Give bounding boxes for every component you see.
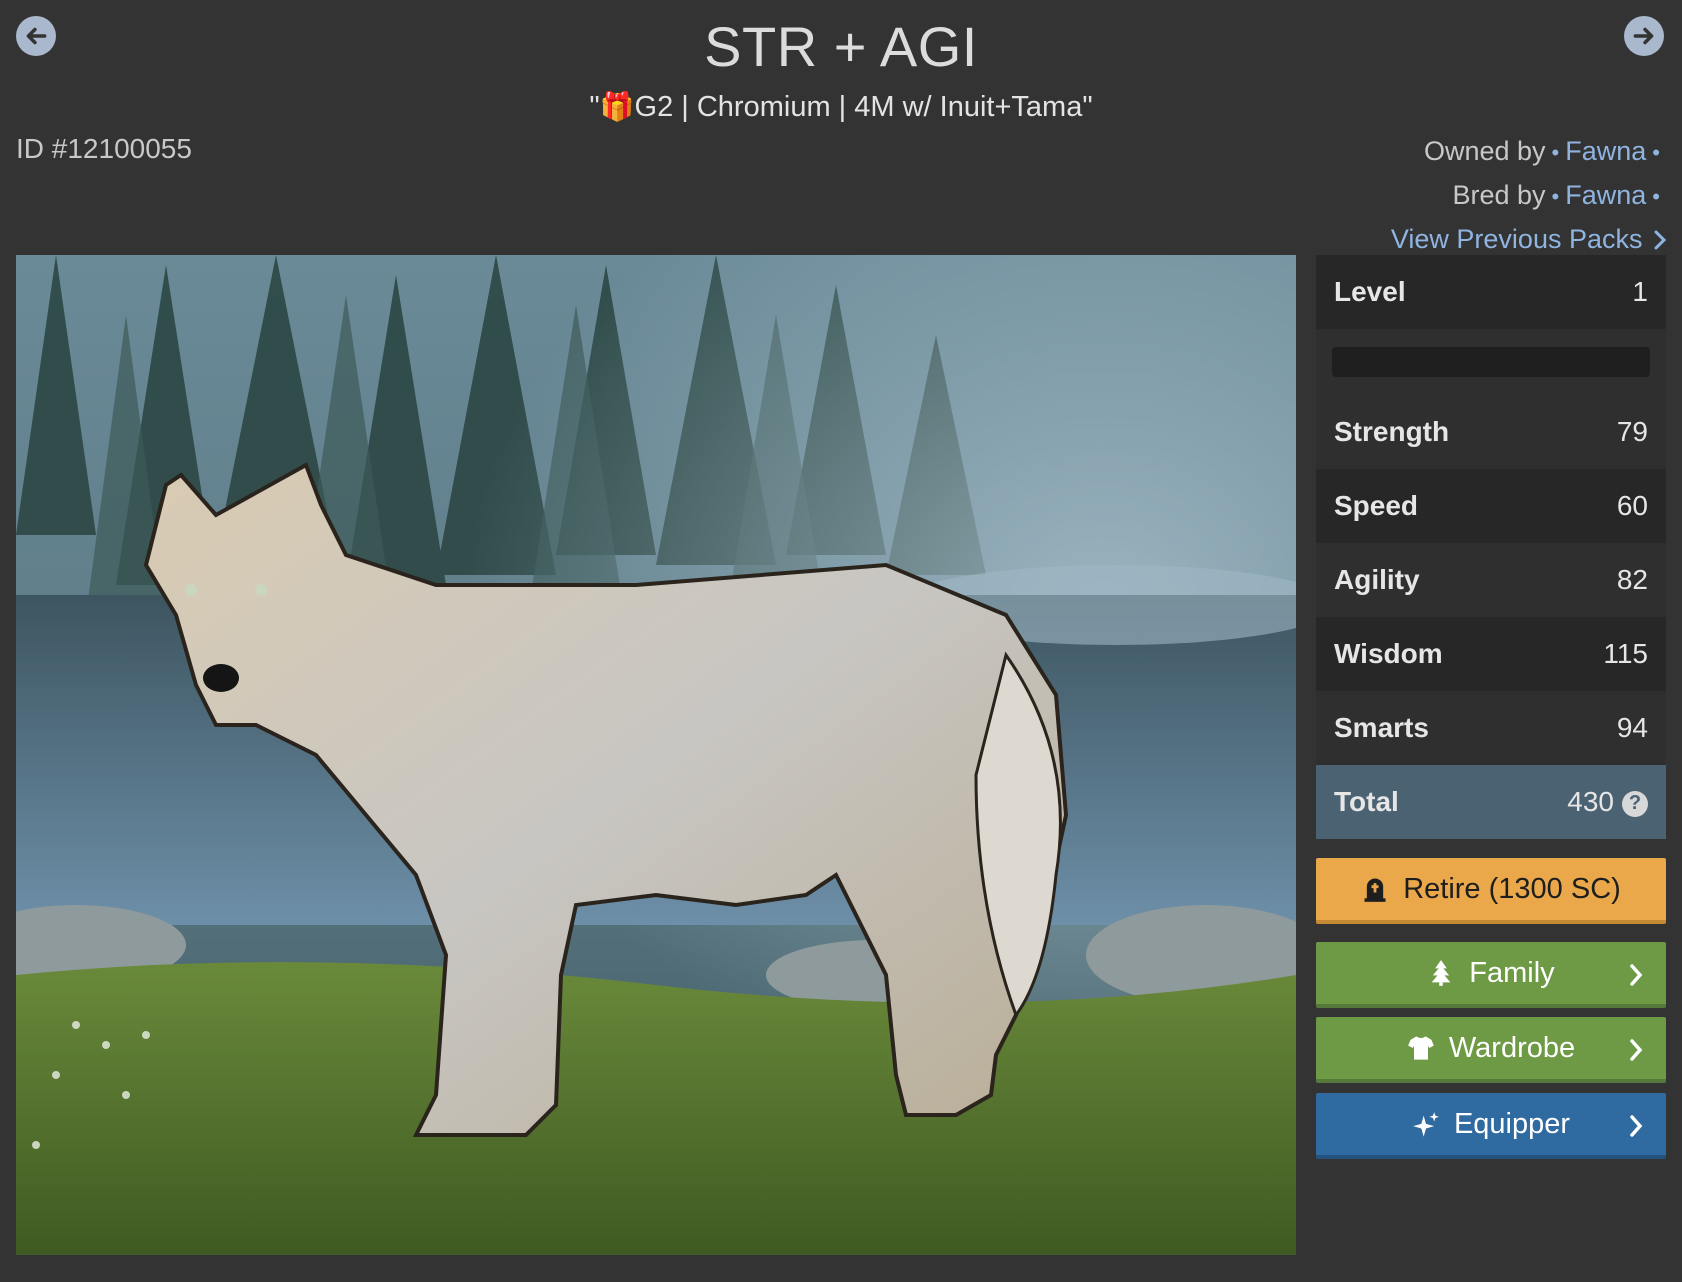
shirt-icon [1407,1034,1435,1062]
xp-track [1332,347,1650,377]
wardrobe-button[interactable]: Wardrobe [1316,1017,1666,1083]
family-label: Family [1469,956,1555,989]
bullet-icon: • [1551,140,1560,165]
level-label: Level [1334,276,1406,307]
stats-panel: Level 1 Strength 79 Speed 60 Agility 82 Wisdom… [1316,255,1666,839]
subtitle-open-quote: " [589,91,600,123]
xp-progress-bar [1316,329,1666,395]
stat-value: 79 [1616,416,1648,447]
stat-value: 94 [1616,712,1648,743]
stat-value: 82 [1616,564,1648,595]
question-circle-icon[interactable]: ? [1622,790,1648,817]
tree-icon [1427,959,1455,987]
arrow-right-circle-icon [1633,27,1654,45]
previous-packs-link[interactable]: View Previous Packs [1390,218,1667,260]
chevron-right-icon [1630,1039,1643,1061]
bred-by-label: Bred by [1452,180,1546,210]
stat-row-agility: Agility 82 [1316,543,1666,617]
owned-by-label: Owned by [1423,136,1546,166]
stat-row-wisdom: Wisdom 115 [1316,617,1666,691]
breeder-link[interactable]: Fawna [1565,180,1646,210]
owned-by-line: Owned by • Fawna • [1391,130,1666,174]
bullet-icon: • [1652,184,1660,209]
gift-icon: 🎁 [599,91,635,122]
wolf-description: "🎁G2 | Chromium | 4M w/ Inuit+Tama" [300,90,1382,124]
wolf-name-title: STR + AGI [704,15,978,78]
level-row: Level 1 [1316,255,1666,329]
level-value: 1 [1632,276,1648,307]
family-button[interactable]: Family [1316,942,1666,1008]
equipper-button[interactable]: Equipper [1316,1093,1666,1159]
total-row: Total 430? [1316,765,1666,839]
tombstone-icon [1361,875,1389,903]
subtitle-text: G2 | Chromium | 4M w/ Inuit+Tama" [634,91,1093,123]
previous-packs-label: View Previous Packs [1390,224,1643,254]
stat-value: 60 [1616,490,1648,521]
bullet-icon: • [1652,140,1660,165]
equipper-label: Equipper [1453,1107,1571,1140]
stat-name: Speed [1334,490,1419,521]
stat-row-strength: Strength 79 [1316,395,1666,469]
stat-name: Strength [1334,416,1450,447]
stat-name: Agility [1334,564,1420,595]
wolf-portrait [16,255,1296,1255]
stat-value: 115 [1603,638,1648,669]
chevron-right-icon [1630,964,1643,986]
ownership-info: Owned by • Fawna • Bred by • Fawna • View Prev… [1390,130,1667,260]
owner-link[interactable]: Fawna [1565,136,1646,166]
wardrobe-label: Wardrobe [1448,1031,1576,1064]
next-wolf-button[interactable] [1624,16,1664,56]
stat-row-smarts: Smarts 94 [1316,691,1666,765]
retire-button[interactable]: Retire (1300 SC) [1316,858,1666,924]
chevron-right-icon [1654,230,1667,250]
retire-label: Retire (1300 SC) [1403,872,1621,905]
wolf-id: ID #12100055 [16,133,192,164]
total-value: 430 [1567,786,1614,817]
sparkles-icon [1412,1110,1440,1138]
chevron-right-icon [1630,1115,1643,1137]
total-value-wrap: 430? [1567,786,1648,818]
stat-name: Wisdom [1334,638,1443,669]
previous-wolf-button[interactable] [16,16,56,56]
bred-by-line: Bred by • Fawna • [1391,174,1666,218]
total-label: Total [1334,786,1399,817]
arrow-left-circle-icon [26,27,47,45]
stat-name: Smarts [1334,712,1429,743]
bullet-icon: • [1551,184,1560,209]
stat-row-speed: Speed 60 [1316,469,1666,543]
